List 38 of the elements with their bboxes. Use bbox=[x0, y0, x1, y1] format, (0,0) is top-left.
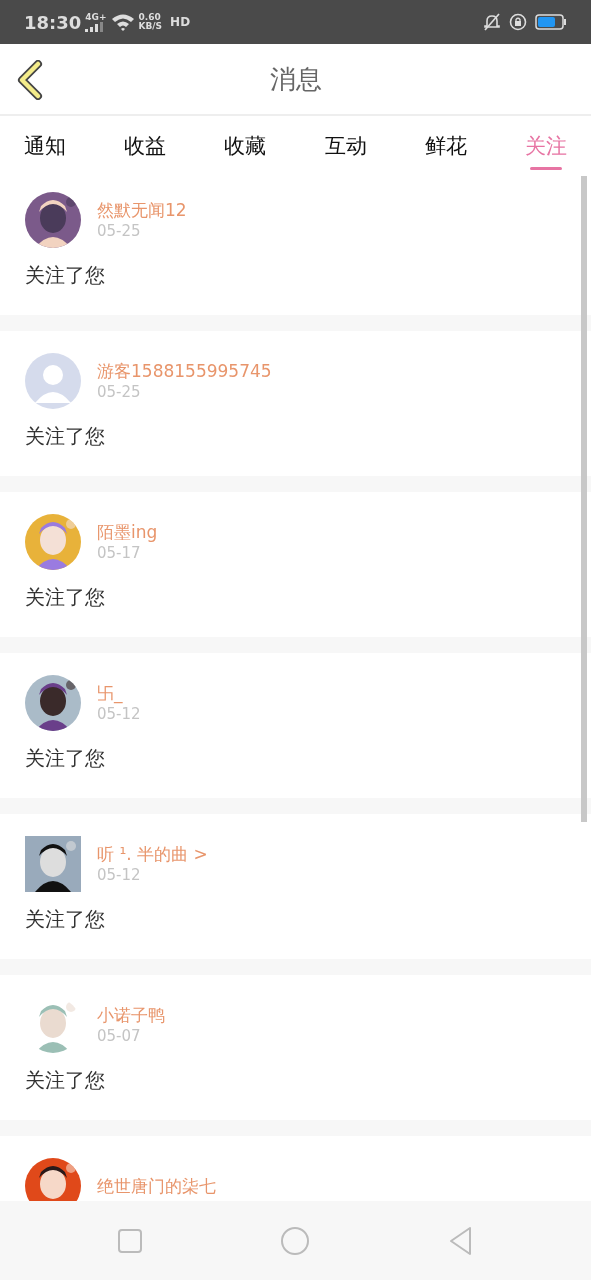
user-name: 小诺子鸭 bbox=[97, 1004, 165, 1026]
message-text: 关注了您 bbox=[25, 1067, 106, 1093]
recent-apps-button[interactable] bbox=[116, 1227, 143, 1254]
tab[interactable]: 收藏 bbox=[212, 126, 279, 170]
rotation-lock-icon bbox=[509, 13, 527, 31]
tab[interactable]: 收益 bbox=[112, 126, 179, 170]
user-name: 绝世唐门的柒七 bbox=[97, 1175, 216, 1197]
clock-text: 18:30 bbox=[24, 10, 82, 35]
wifi-icon bbox=[110, 13, 135, 31]
message-text: 关注了您 bbox=[25, 584, 106, 610]
user-name: 陌墨ing bbox=[97, 521, 158, 543]
signal-icon bbox=[85, 21, 104, 32]
default-avatar-icon bbox=[25, 353, 81, 409]
page-title: 消息 bbox=[269, 62, 322, 96]
user-name: 听 ¹. 半的曲 > bbox=[97, 843, 208, 865]
network-type-text: 4G+ bbox=[85, 12, 107, 22]
tab[interactable]: 鲜花 bbox=[412, 126, 479, 170]
message-date: 05-25 bbox=[97, 382, 142, 402]
battery-icon bbox=[535, 14, 567, 30]
speed-value-text: 0.60 bbox=[138, 13, 162, 22]
home-button[interactable] bbox=[280, 1225, 311, 1256]
message-date: 05-17 bbox=[97, 543, 142, 563]
message-text: 关注了您 bbox=[25, 423, 106, 449]
message-date: 05-12 bbox=[97, 865, 142, 885]
speed-unit-text: KB/S bbox=[138, 22, 163, 31]
user-name: 然默无闻12 bbox=[97, 199, 187, 221]
message-text: 关注了您 bbox=[25, 262, 106, 288]
message-text: 关注了您 bbox=[25, 906, 106, 932]
user-name: 卐_ bbox=[97, 682, 124, 704]
hd-text: HD bbox=[170, 17, 191, 27]
tab[interactable]: 互动 bbox=[312, 126, 379, 170]
user-name: 游客1588155995745 bbox=[97, 360, 272, 382]
message-text: 关注了您 bbox=[25, 745, 106, 771]
message-date: 05-25 bbox=[97, 221, 142, 241]
bell-muted-icon bbox=[483, 13, 501, 31]
message-date: 05-07 bbox=[97, 1026, 142, 1046]
tab[interactable]: 通知 bbox=[12, 126, 78, 170]
message-date: 05-12 bbox=[97, 704, 141, 724]
